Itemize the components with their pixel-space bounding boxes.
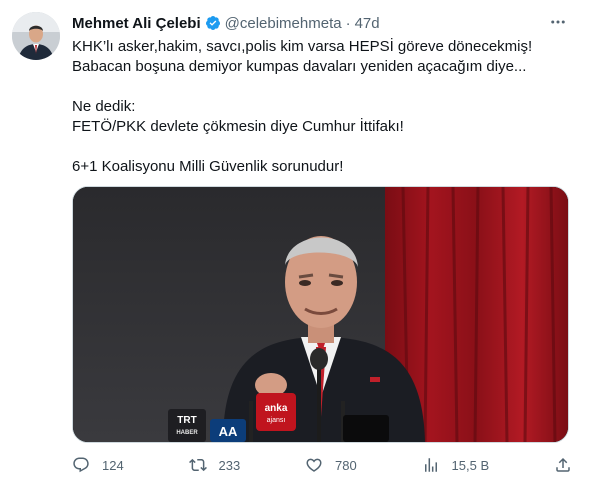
- tweet-video[interactable]: TRT HABER AA anka ajansı: [72, 186, 569, 443]
- anka-mic-flag: anka ajansı: [256, 393, 296, 431]
- video-frame: TRT HABER AA anka ajansı: [73, 187, 568, 442]
- like-button[interactable]: 780: [305, 456, 357, 474]
- tweet-line: Ne dedik:: [72, 98, 136, 115]
- tweet-text: KHK’lı asker,hakim, savcı,polis kim vars…: [72, 37, 572, 177]
- views-chart-icon: [424, 458, 437, 472]
- heart-icon: [306, 458, 322, 472]
- reply-icon: [73, 457, 89, 473]
- avatar[interactable]: [12, 12, 60, 60]
- tweet-line: KHK’lı asker,hakim, savcı,polis kim vars…: [72, 38, 533, 55]
- tweet-line: Babacan boşuna demiyor kumpas davaları y…: [72, 58, 527, 75]
- trt-mic-flag: TRT HABER: [168, 409, 206, 442]
- views-count: 15,5 B: [451, 457, 490, 473]
- action-bar: 124 233 780 15,5 B: [72, 454, 572, 476]
- aa-mic-flag: AA: [210, 419, 246, 442]
- trt-label: TRT: [177, 415, 196, 426]
- reply-count: 124: [102, 457, 124, 473]
- share-button[interactable]: [554, 456, 572, 474]
- like-count: 780: [335, 457, 357, 473]
- aa-label: AA: [219, 424, 238, 439]
- retweet-count: 233: [218, 457, 241, 473]
- retweet-button[interactable]: 233: [188, 456, 241, 474]
- tweet-header: Mehmet Ali Çelebi @celebimehmeta · 47d: [72, 13, 380, 33]
- more-options-icon[interactable]: [548, 12, 568, 32]
- avatar-image: [12, 12, 60, 60]
- separator-dot: ·: [345, 14, 351, 32]
- retweet-icon: [188, 458, 207, 472]
- verified-badge-icon: [205, 16, 220, 30]
- reply-button[interactable]: 124: [72, 456, 124, 474]
- tweet-card[interactable]: Mehmet Ali Çelebi @celebimehmeta · 47d K…: [0, 0, 600, 479]
- trt-sublabel: HABER: [176, 430, 198, 436]
- views-button[interactable]: 15,5 B: [422, 456, 490, 474]
- author-name[interactable]: Mehmet Ali Çelebi: [72, 15, 201, 32]
- tweet-line: 6+1 Koalisyonu Milli Güvenlik sorunudur!: [72, 158, 344, 175]
- share-icon: [556, 457, 570, 472]
- author-handle[interactable]: @celebimehmeta: [225, 15, 342, 32]
- anka-label: anka: [265, 403, 288, 414]
- anka-sublabel: ajansı: [267, 417, 286, 424]
- tweet-line: FETÖ/PKK devlete çökmesin diye Cumhur İt…: [72, 118, 404, 135]
- tweet-time[interactable]: 47d: [355, 15, 380, 32]
